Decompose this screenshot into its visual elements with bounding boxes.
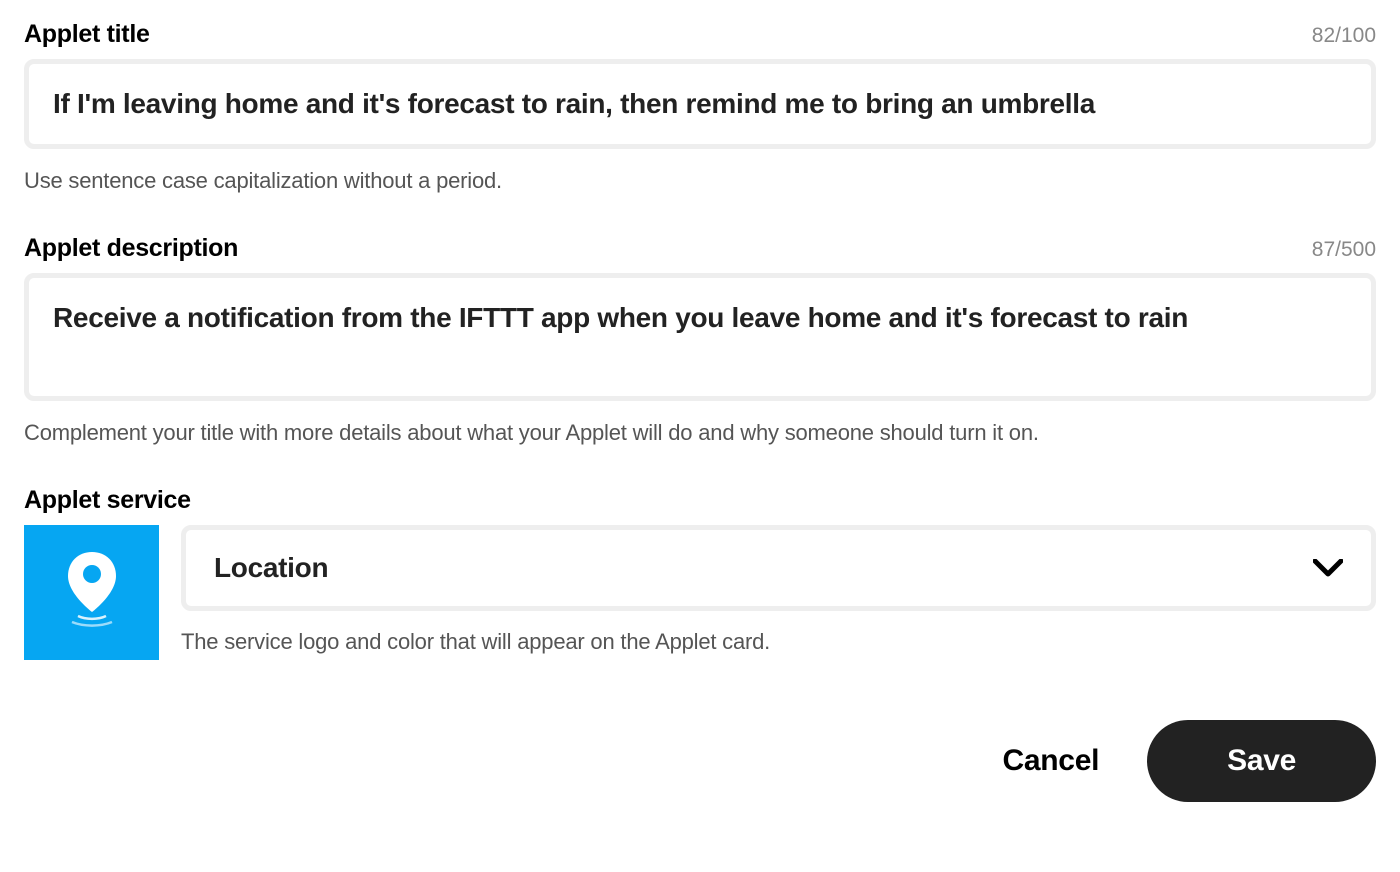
applet-service-section: Applet service Location The service logo…	[24, 486, 1376, 660]
description-counter: 87/500	[1312, 238, 1376, 262]
save-button[interactable]: Save	[1147, 720, 1376, 802]
service-label: Applet service	[24, 486, 191, 515]
title-counter: 82/100	[1312, 24, 1376, 48]
title-label-row: Applet title 82/100	[24, 20, 1376, 49]
title-input[interactable]	[24, 59, 1376, 149]
description-label: Applet description	[24, 234, 238, 263]
service-select[interactable]: Location	[181, 525, 1376, 611]
chevron-down-icon	[1313, 559, 1343, 577]
service-select-value: Location	[214, 552, 328, 584]
cancel-button[interactable]: Cancel	[1003, 744, 1100, 778]
description-hint: Complement your title with more details …	[24, 420, 1376, 446]
description-input[interactable]	[24, 273, 1376, 401]
service-row: Location The service logo and color that…	[24, 525, 1376, 660]
service-right-col: Location The service logo and color that…	[181, 525, 1376, 655]
service-hint: The service logo and color that will app…	[181, 629, 1376, 655]
applet-title-section: Applet title 82/100 Use sentence case ca…	[24, 20, 1376, 194]
service-label-row: Applet service	[24, 486, 1376, 515]
location-pin-icon	[62, 550, 122, 636]
title-label: Applet title	[24, 20, 150, 49]
applet-description-section: Applet description 87/500 Complement you…	[24, 234, 1376, 446]
description-label-row: Applet description 87/500	[24, 234, 1376, 263]
button-row: Cancel Save	[24, 720, 1376, 802]
title-hint: Use sentence case capitalization without…	[24, 168, 1376, 194]
service-icon-box	[24, 525, 159, 660]
